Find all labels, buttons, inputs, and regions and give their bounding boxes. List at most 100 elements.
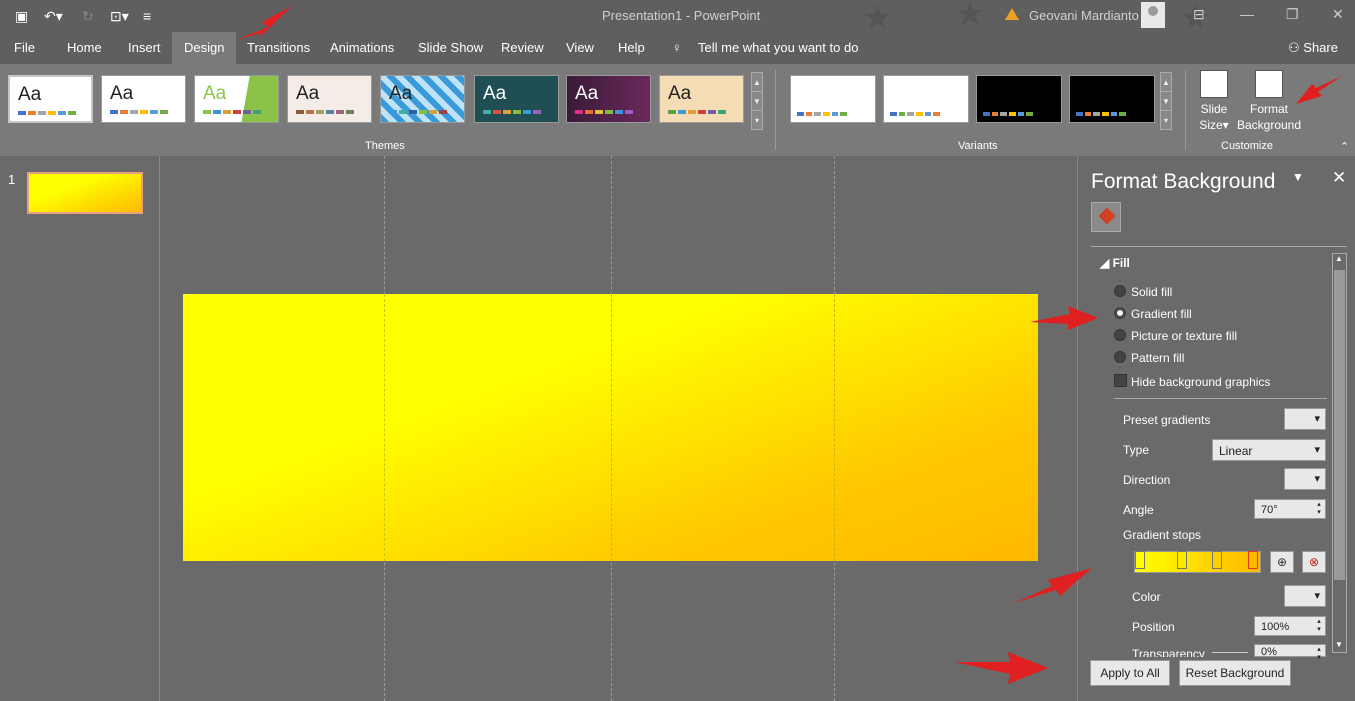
theme-retrospect[interactable]: Aa (566, 75, 651, 123)
variants-scrollbar[interactable]: ▲ ▼ ▾ (1160, 72, 1172, 130)
transparency-label: Transparency (1132, 647, 1205, 657)
tab-design[interactable]: Design (172, 32, 237, 64)
ribbon-tabs: File Home Insert Design Transitions Anim… (0, 32, 1355, 64)
transparency-spinner[interactable]: 0% (1254, 644, 1326, 661)
apply-to-all-button[interactable]: Apply to All (1090, 660, 1170, 686)
collapse-triangle-icon: ◢ (1100, 256, 1113, 270)
scroll-down-icon[interactable]: ▼ (1335, 640, 1343, 649)
tell-me-search[interactable]: Tell me what you want to do (698, 40, 858, 55)
scroll-up-icon[interactable]: ▲ (752, 73, 762, 92)
lightbulb-icon[interactable]: ♀ (672, 40, 682, 55)
user-name[interactable]: Geovani Mardianto (1029, 8, 1139, 23)
tab-transitions[interactable]: Transitions (247, 40, 310, 55)
reset-background-button[interactable]: Reset Background (1179, 660, 1291, 686)
gradient-stop[interactable] (1177, 551, 1187, 569)
pattern-fill-radio[interactable] (1114, 351, 1126, 363)
more-icon[interactable]: ≡ (143, 7, 151, 25)
angle-label: Angle (1123, 503, 1154, 517)
position-spinner[interactable]: 100% (1254, 616, 1326, 636)
gradient-stops-bar[interactable] (1134, 551, 1261, 573)
remove-stop-icon[interactable]: ⊗ (1302, 551, 1326, 573)
theme-integral[interactable]: Aa (287, 75, 372, 123)
pattern-fill-label[interactable]: Pattern fill (1131, 351, 1184, 365)
variant-1[interactable] (790, 75, 876, 123)
collapse-ribbon-icon[interactable]: ⌃ (1340, 140, 1349, 153)
add-stop-icon[interactable]: ⊕ (1270, 551, 1294, 573)
tab-view[interactable]: View (566, 40, 594, 55)
slide-size-label: Slide (1200, 102, 1228, 116)
minimize-icon[interactable]: — (1240, 6, 1254, 22)
fill-section-label: Fill (1112, 256, 1130, 270)
theme-ion[interactable]: Aa (380, 75, 465, 123)
variant-2[interactable] (883, 75, 969, 123)
theme-wisp[interactable]: Aa (659, 75, 744, 123)
transparency-slider[interactable] (1212, 652, 1248, 653)
expand-gallery-icon[interactable]: ▾ (752, 111, 762, 130)
save-icon[interactable]: ▣ (15, 7, 28, 25)
theme-office-2[interactable]: Aa (101, 75, 186, 123)
share-label: Share (1303, 40, 1338, 55)
solid-fill-radio[interactable] (1114, 285, 1126, 297)
gradient-stop[interactable] (1212, 551, 1222, 569)
avatar[interactable] (1141, 2, 1165, 28)
color-picker[interactable] (1284, 585, 1326, 607)
format-background-button[interactable]: Format Background (1236, 70, 1302, 133)
theme-sample-text: Aa (203, 83, 227, 104)
preset-gradients-dropdown[interactable] (1284, 408, 1326, 430)
variant-colors (1076, 112, 1127, 116)
tab-insert[interactable]: Insert (128, 40, 161, 55)
hide-graphics-checkbox[interactable] (1114, 374, 1127, 387)
picture-fill-radio[interactable] (1114, 329, 1126, 341)
fill-icon[interactable] (1091, 202, 1121, 232)
slide-thumbnail[interactable] (27, 172, 143, 214)
variant-3[interactable] (976, 75, 1062, 123)
ribbon-display-icon[interactable]: ⊟ (1193, 6, 1205, 23)
start-presentation-icon[interactable]: ⊡▾ (110, 7, 129, 25)
solid-fill-label[interactable]: Solid fill (1131, 285, 1172, 299)
angle-spinner[interactable]: 70° (1254, 499, 1326, 519)
gradient-stop[interactable] (1135, 551, 1145, 569)
warning-icon[interactable] (1005, 8, 1019, 20)
tab-review[interactable]: Review (501, 40, 544, 55)
tab-home[interactable]: Home (67, 40, 102, 55)
theme-facet[interactable]: Aa (194, 75, 279, 123)
scroll-up-icon[interactable]: ▲ (1335, 254, 1343, 263)
pane-title: Format Background (1091, 170, 1276, 193)
fill-section-header[interactable]: ◢ Fill (1100, 256, 1130, 270)
gradient-stop-selected[interactable] (1248, 551, 1258, 569)
undo-icon[interactable]: ↶▾ (44, 7, 63, 25)
gradient-fill-radio[interactable] (1114, 307, 1126, 319)
type-dropdown[interactable]: Linear (1212, 439, 1326, 461)
scrollbar-thumb[interactable] (1334, 270, 1345, 580)
theme-office[interactable]: Aa (8, 75, 93, 123)
restore-icon[interactable]: ❐ (1286, 6, 1299, 23)
theme-sample-text: Aa (296, 83, 320, 104)
themes-scrollbar[interactable]: ▲ ▼ ▾ (751, 72, 763, 130)
theme-colors (110, 110, 168, 114)
slide-size-button[interactable]: Slide Size▾ (1195, 70, 1233, 133)
scroll-down-icon[interactable]: ▼ (752, 92, 762, 111)
pane-scrollbar[interactable]: ▲ ▼ (1332, 253, 1347, 653)
theme-sample-text: Aa (483, 83, 507, 104)
close-icon[interactable]: ✕ (1332, 168, 1346, 188)
tab-help[interactable]: Help (618, 40, 645, 55)
theme-organic[interactable]: Aa (474, 75, 559, 123)
slide-size-label-2: Size▾ (1199, 118, 1229, 132)
direction-dropdown[interactable] (1284, 468, 1326, 490)
pane-options-icon[interactable]: ▼ (1292, 170, 1304, 184)
scroll-down-icon[interactable]: ▼ (1161, 92, 1171, 111)
scroll-up-icon[interactable]: ▲ (1161, 73, 1171, 92)
share-button[interactable]: ⚇ Share (1288, 40, 1338, 56)
hide-graphics-label[interactable]: Hide background graphics (1131, 375, 1270, 389)
variant-4[interactable] (1069, 75, 1155, 123)
tab-animations[interactable]: Animations (330, 40, 394, 55)
tab-slide-show[interactable]: Slide Show (418, 40, 483, 55)
gradient-fill-label[interactable]: Gradient fill (1131, 307, 1192, 321)
theme-sample-text: Aa (668, 83, 692, 104)
tab-file[interactable]: File (14, 40, 35, 55)
group-separator (1185, 70, 1186, 150)
redo-icon[interactable]: ↻ (82, 7, 94, 25)
expand-gallery-icon[interactable]: ▾ (1161, 111, 1171, 130)
close-icon[interactable]: ✕ (1332, 6, 1344, 23)
picture-fill-label[interactable]: Picture or texture fill (1131, 329, 1237, 343)
